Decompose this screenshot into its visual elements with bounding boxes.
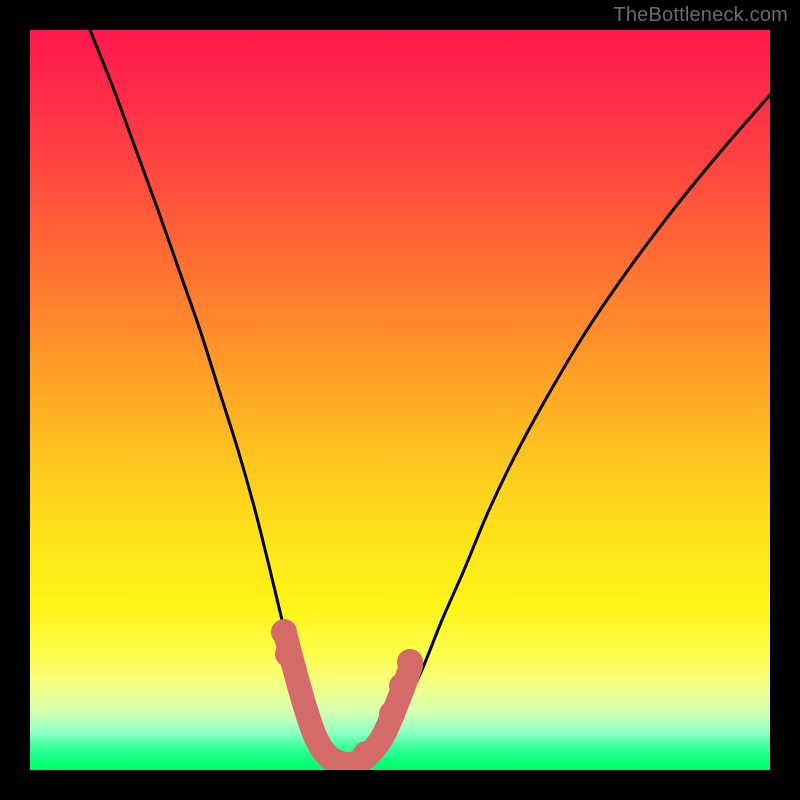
marker-dot — [271, 619, 297, 645]
marker-dot — [275, 641, 301, 667]
bottleneck-curve — [90, 30, 770, 767]
marker-fill — [286, 637, 411, 764]
curve-layer — [30, 30, 770, 770]
plot-area — [30, 30, 770, 770]
marker-dot — [389, 673, 415, 699]
marker-dot — [397, 649, 423, 675]
marker-dot — [353, 741, 379, 767]
marker-dot — [379, 701, 405, 727]
chart-frame: TheBottleneck.com — [0, 0, 800, 800]
watermark-label: TheBottleneck.com — [613, 4, 788, 27]
